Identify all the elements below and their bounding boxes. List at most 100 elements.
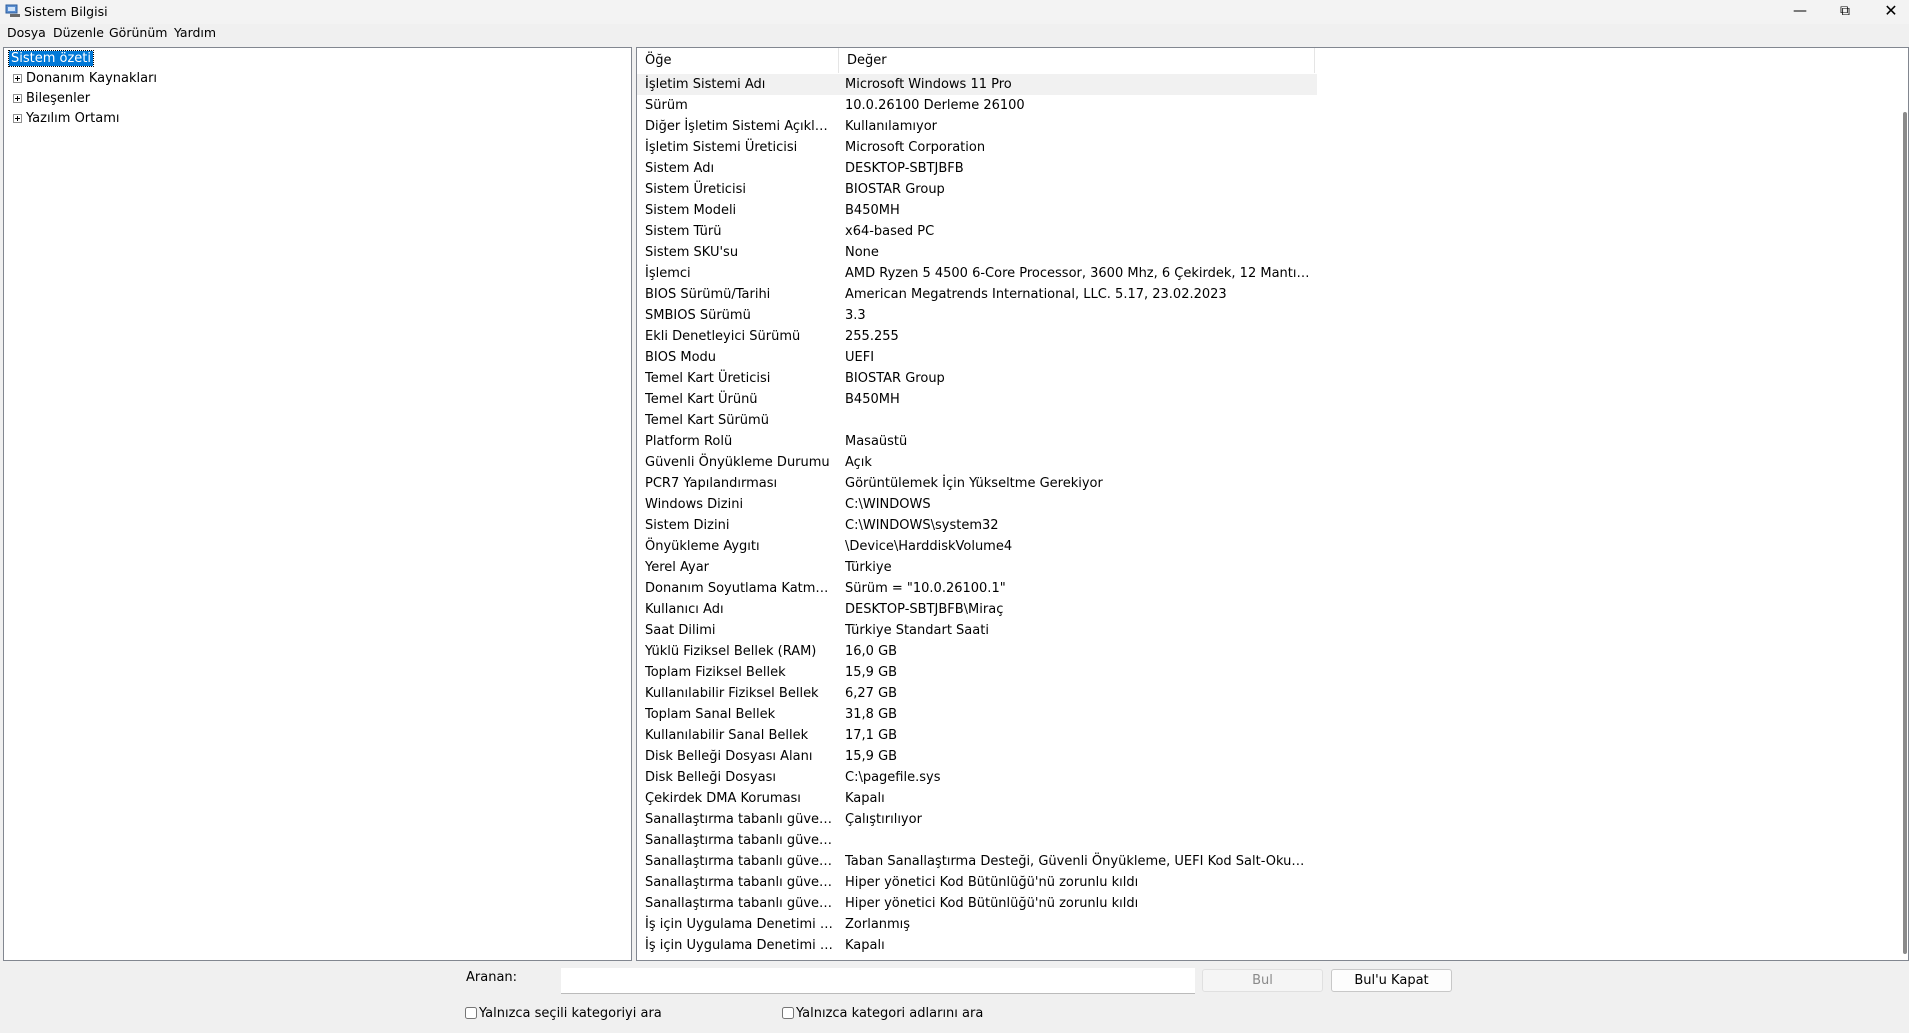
details-list[interactable]: Öğe Değer İşletim Sistemi Adı Microsoft W… — [636, 47, 1909, 961]
table-row[interactable]: Donanım Soyutlama Katmanı Sürüm = "10.0.2… — [637, 578, 1317, 599]
value-cell: Kapalı — [845, 938, 885, 953]
item-cell: İşletim Sistemi Adı — [645, 77, 766, 92]
value-cell: Çalıştırılıyor — [845, 812, 922, 827]
table-row[interactable]: Sanallaştırma tabanlı güvenlik Y... Hiper… — [637, 872, 1317, 893]
only-category-names-checkbox[interactable] — [782, 1007, 794, 1019]
table-row[interactable]: BIOS Sürümü/Tarihi American Megatrends In… — [637, 284, 1317, 305]
table-row[interactable]: Platform Rolü Masaüstü — [637, 431, 1317, 452]
table-row[interactable]: Temel Kart Üreticisi BIOSTAR Group — [637, 368, 1317, 389]
item-cell: Donanım Soyutlama Katmanı — [645, 581, 835, 596]
find-button[interactable]: Bul — [1202, 969, 1323, 992]
table-row[interactable]: Toplam Sanal Bellek 31,8 GB — [637, 704, 1317, 725]
value-cell: UEFI — [845, 350, 875, 365]
table-row[interactable]: Sistem SKU'su None — [637, 242, 1317, 263]
tree-item-system-summary[interactable]: Sistem özeti — [7, 49, 95, 69]
table-row[interactable]: Kullanıcı Adı DESKTOP-SBTJBFB\Miraç — [637, 599, 1317, 620]
tree-item-label: Yazılım Ortamı — [26, 111, 120, 126]
close-button[interactable]: ✕ — [1868, 0, 1909, 24]
only-category-names-option[interactable]: Yalnızca kategori adlarını ara — [782, 1006, 983, 1021]
value-cell: 31,8 GB — [845, 707, 898, 722]
table-row[interactable]: Güvenli Önyükleme Durumu Açık — [637, 452, 1317, 473]
only-selected-category-checkbox[interactable] — [465, 1007, 477, 1019]
value-cell: x64-based PC — [845, 224, 935, 239]
checkbox-label: Yalnızca kategori adlarını ara — [796, 1006, 984, 1021]
restore-button[interactable]: ⧉ — [1822, 0, 1868, 24]
table-row[interactable]: İşletim Sistemi Adı Microsoft Windows 11 … — [637, 74, 1317, 95]
value-cell: C:\WINDOWS\system32 — [845, 518, 999, 533]
expand-icon[interactable] — [13, 94, 22, 103]
table-row[interactable]: Ekli Denetleyici Sürümü 255.255 — [637, 326, 1317, 347]
system-info-app-icon — [5, 4, 20, 17]
column-header-value[interactable]: Değer — [839, 48, 1315, 73]
table-row[interactable]: Toplam Fiziksel Bellek 15,9 GB — [637, 662, 1317, 683]
item-cell: Yerel Ayar — [645, 560, 710, 575]
table-row[interactable]: Sistem Türü x64-based PC — [637, 221, 1317, 242]
item-cell: Sistem Adı — [645, 161, 715, 176]
minimize-button[interactable]: — — [1777, 0, 1823, 24]
table-row[interactable]: İş için Uygulama Denetimi ilkesi Zorlanmı… — [637, 914, 1317, 935]
table-row[interactable]: Kullanılabilir Fiziksel Bellek 6,27 GB — [637, 683, 1317, 704]
item-cell: Toplam Sanal Bellek — [645, 707, 776, 722]
table-row[interactable]: İşletim Sistemi Üreticisi Microsoft Corpo… — [637, 137, 1317, 158]
menu-edit[interactable]: Düzenle — [53, 25, 104, 40]
table-row[interactable]: Disk Belleği Dosyası Alanı 15,9 GB — [637, 746, 1317, 767]
category-tree[interactable]: Sistem özeti Donanım Kaynakları Bileşenl… — [3, 47, 632, 961]
close-find-button[interactable]: Bul'u Kapat — [1331, 969, 1452, 992]
table-row[interactable]: İşlemci AMD Ryzen 5 4500 6-Core Processor… — [637, 263, 1317, 284]
table-row[interactable]: Kullanılabilir Sanal Bellek 17,1 GB — [637, 725, 1317, 746]
only-selected-category-option[interactable]: Yalnızca seçili kategoriyi ara — [465, 1006, 662, 1021]
item-cell: Kullanıcı Adı — [645, 602, 724, 617]
tree-item-hardware-resources[interactable]: Donanım Kaynakları — [13, 69, 157, 89]
tree-item-software-environment[interactable]: Yazılım Ortamı — [13, 109, 120, 129]
table-row[interactable]: BIOS Modu UEFI — [637, 347, 1317, 368]
tree-item-components[interactable]: Bileşenler — [13, 89, 90, 109]
table-row[interactable]: Saat Dilimi Türkiye Standart Saati — [637, 620, 1317, 641]
expand-icon[interactable] — [13, 114, 22, 123]
item-cell: İşlemci — [645, 266, 691, 281]
table-row[interactable]: Sistem Modeli B450MH — [637, 200, 1317, 221]
expand-icon[interactable] — [13, 74, 22, 83]
table-row[interactable]: Sanallaştırma tabanlı güvenlik ... — [637, 830, 1317, 851]
table-row[interactable]: Sistem Adı DESKTOP-SBTJBFB — [637, 158, 1317, 179]
menu-file[interactable]: Dosya — [7, 25, 46, 40]
column-header-item[interactable]: Öğe — [637, 48, 839, 73]
item-cell: Çekirdek DMA Koruması — [645, 791, 801, 806]
table-row[interactable]: Sürüm 10.0.26100 Derleme 26100 — [637, 95, 1317, 116]
table-row[interactable]: Sanallaştırma tabanlı güvenlik Ç... Hiper… — [637, 893, 1317, 914]
table-row[interactable]: Disk Belleği Dosyası C:\pagefile.sys — [637, 767, 1317, 788]
value-cell: 15,9 GB — [845, 665, 898, 680]
table-row[interactable]: Yerel Ayar Türkiye — [637, 557, 1317, 578]
search-input[interactable] — [561, 968, 1195, 994]
menu-help[interactable]: Yardım — [174, 25, 216, 40]
menu-view[interactable]: Görünüm — [109, 25, 167, 40]
value-cell: BIOSTAR Group — [845, 371, 945, 386]
table-row[interactable]: Sistem Üreticisi BIOSTAR Group — [637, 179, 1317, 200]
table-row[interactable]: Çekirdek DMA Koruması Kapalı — [637, 788, 1317, 809]
table-row[interactable]: İş için Uygulama Denetimi kulla... Kapalı — [637, 935, 1317, 956]
table-row[interactable]: Diğer İşletim Sistemi Açıklaması Kullanıl… — [637, 116, 1317, 137]
value-cell: Microsoft Corporation — [845, 140, 986, 155]
table-row[interactable]: Sistem Dizini C:\WINDOWS\system32 — [637, 515, 1317, 536]
item-cell: Sanallaştırma tabanlı güvenlik K... — [645, 854, 835, 869]
value-cell: Zorlanmış — [845, 917, 911, 932]
table-row[interactable]: Önyükleme Aygıtı \Device\HarddiskVolume4 — [637, 536, 1317, 557]
table-row[interactable]: PCR7 Yapılandırması Görüntülemek İçin Yük… — [637, 473, 1317, 494]
value-cell: DESKTOP-SBTJBFB — [845, 161, 964, 176]
table-row[interactable]: Temel Kart Sürümü — [637, 410, 1317, 431]
value-cell: C:\pagefile.sys — [845, 770, 941, 785]
value-cell: C:\WINDOWS — [845, 497, 931, 512]
table-row[interactable]: Sanallaştırma tabanlı güvenlik Çalıştırıl… — [637, 809, 1317, 830]
table-row[interactable]: Sanallaştırma tabanlı güvenlik K... Taban… — [637, 851, 1317, 872]
value-cell: Masaüstü — [845, 434, 908, 449]
item-cell: Disk Belleği Dosyası Alanı — [645, 749, 813, 764]
value-cell: Açık — [845, 455, 872, 470]
table-row[interactable]: Windows Dizini C:\WINDOWS — [637, 494, 1317, 515]
vertical-scrollbar[interactable] — [1900, 48, 1908, 960]
table-row[interactable]: Temel Kart Ürünü B450MH — [637, 389, 1317, 410]
scrollbar-thumb[interactable] — [1903, 112, 1907, 954]
table-row[interactable]: SMBIOS Sürümü 3.3 — [637, 305, 1317, 326]
item-cell: Platform Rolü — [645, 434, 733, 449]
value-cell: Kapalı — [845, 791, 885, 806]
table-row[interactable]: Yüklü Fiziksel Bellek (RAM) 16,0 GB — [637, 641, 1317, 662]
item-cell: İşletim Sistemi Üreticisi — [645, 140, 798, 155]
